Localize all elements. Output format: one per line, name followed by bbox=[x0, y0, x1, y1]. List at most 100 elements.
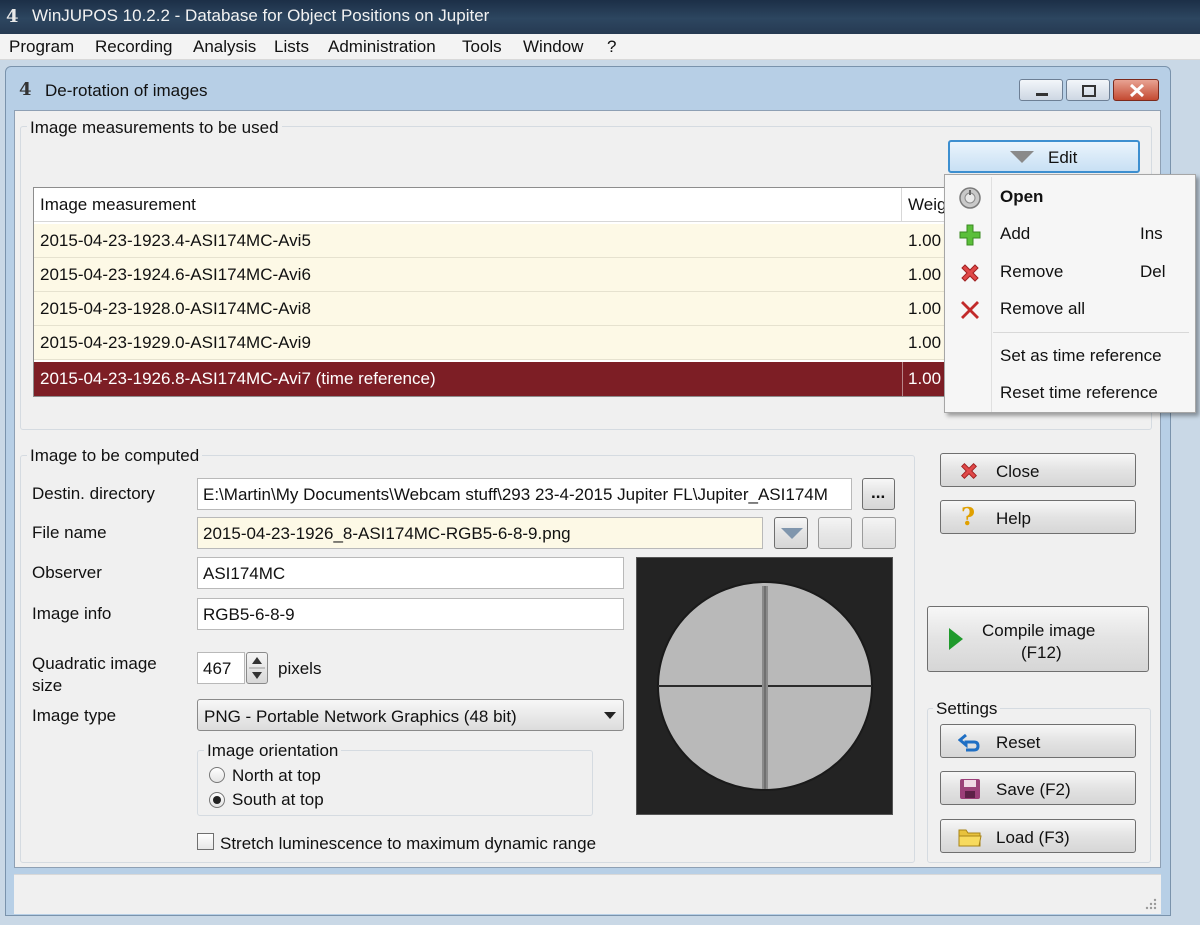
menu-recording[interactable]: Recording bbox=[95, 37, 173, 57]
menu-tools[interactable]: Tools bbox=[462, 37, 502, 57]
restore-icon bbox=[1082, 85, 1096, 97]
edit-dropdown-button[interactable]: Edit bbox=[948, 140, 1140, 173]
row-measurement: 2015-04-23-1928.0-ASI174MC-Avi8 bbox=[40, 299, 311, 318]
restore-button[interactable] bbox=[1066, 79, 1110, 101]
menu-window[interactable]: Window bbox=[523, 37, 583, 57]
file-name-field[interactable]: 2015-04-23-1926_8-ASI174MC-RGB5-6-8-9.pn… bbox=[197, 517, 763, 549]
row-weight: 1.00 bbox=[908, 265, 942, 284]
column-header-measurement[interactable]: Image measurement bbox=[34, 188, 902, 222]
help-question-icon: ? bbox=[961, 502, 976, 531]
close-button-label: Close bbox=[996, 462, 1040, 481]
row-measurement: 2015-04-23-1926.8-ASI174MC-Avi7 (time re… bbox=[40, 369, 436, 388]
image-type-label: Image type bbox=[32, 706, 117, 725]
image-size-label-line2: size bbox=[32, 676, 63, 695]
window-title: De-rotation of images bbox=[45, 81, 208, 100]
menu-item-add[interactable]: Add Ins bbox=[945, 217, 1195, 251]
image-type-value: PNG - Portable Network Graphics (48 bit) bbox=[204, 707, 517, 726]
dropdown-arrow-icon bbox=[1010, 151, 1034, 163]
menu-item-add-label: Add bbox=[1000, 224, 1031, 243]
open-icon bbox=[959, 187, 981, 209]
observer-label: Observer bbox=[32, 563, 102, 582]
menu-administration[interactable]: Administration bbox=[328, 37, 436, 57]
save-button[interactable]: Save (F2) bbox=[940, 771, 1136, 805]
spinner-arrows-icon bbox=[249, 657, 265, 679]
menu-item-open[interactable]: Open bbox=[945, 180, 1195, 214]
load-button[interactable]: Load (F3) bbox=[940, 819, 1136, 853]
menu-item-remove[interactable]: Remove Del bbox=[945, 255, 1195, 289]
column-header-weight[interactable]: Weig bbox=[902, 188, 947, 222]
north-at-top-label: North at top bbox=[232, 766, 321, 785]
menu-lists[interactable]: Lists bbox=[274, 37, 309, 57]
destin-directory-field[interactable]: E:\Martin\My Documents\Webcam stuff\293 … bbox=[197, 478, 852, 510]
resize-grip-icon[interactable] bbox=[1145, 898, 1157, 910]
row-weight: 1.00 bbox=[908, 333, 942, 352]
south-at-top-radio[interactable] bbox=[209, 792, 225, 808]
table-row-selected[interactable]: 2015-04-23-1926.8-ASI174MC-Avi7 (time re… bbox=[34, 362, 947, 396]
settings-group-title: Settings bbox=[933, 699, 1001, 719]
remove-icon bbox=[961, 264, 979, 282]
measurements-table: Image measurement Weig 2015-04-23-1923.4… bbox=[33, 187, 948, 397]
close-button[interactable]: Close bbox=[940, 453, 1136, 487]
destin-directory-label: Destin. directory bbox=[32, 484, 155, 503]
help-button[interactable]: ? Help bbox=[940, 500, 1136, 534]
close-x-icon bbox=[1129, 83, 1145, 98]
window-titlebar: 4 De-rotation of images bbox=[6, 67, 1170, 111]
minimize-button[interactable] bbox=[1019, 79, 1063, 101]
image-size-field[interactable]: 467 bbox=[197, 652, 245, 684]
jupiter-preview-graphic bbox=[657, 581, 873, 791]
menu-item-set-time-reference[interactable]: Set as time reference bbox=[945, 339, 1195, 373]
image-preview bbox=[636, 557, 893, 815]
table-row[interactable]: 2015-04-23-1924.6-ASI174MC-Avi6 1.00 bbox=[34, 258, 947, 292]
reset-button-label: Reset bbox=[996, 733, 1041, 752]
image-info-field[interactable]: RGB5-6-8-9 bbox=[197, 598, 624, 630]
menu-item-remove-all[interactable]: Remove all bbox=[945, 292, 1195, 326]
minimize-icon bbox=[1036, 93, 1048, 96]
menu-shortcut-ins: Ins bbox=[1140, 224, 1163, 243]
remove-all-icon bbox=[961, 301, 979, 319]
edit-button-label: Edit bbox=[1048, 148, 1078, 167]
file-name-option-button-2[interactable] bbox=[862, 517, 896, 549]
image-type-select[interactable]: PNG - Portable Network Graphics (48 bit) bbox=[197, 699, 624, 731]
table-row[interactable]: 2015-04-23-1923.4-ASI174MC-Avi5 1.00 bbox=[34, 224, 947, 258]
help-button-label: Help bbox=[996, 509, 1031, 528]
file-name-option-button-1[interactable] bbox=[818, 517, 852, 549]
row-weight: 1.00 bbox=[908, 231, 942, 250]
window-logo-icon: 4 bbox=[19, 79, 32, 100]
compile-image-button[interactable]: Compile image (F12) bbox=[927, 606, 1149, 672]
app-title: WinJUPOS 10.2.2 - Database for Object Po… bbox=[32, 6, 490, 25]
menubar: Program Recording Analysis Lists Adminis… bbox=[0, 34, 1200, 60]
folder-icon bbox=[958, 829, 982, 847]
dropdown-arrow-icon bbox=[781, 528, 803, 539]
plus-icon bbox=[959, 224, 981, 246]
menu-item-remove-all-label: Remove all bbox=[1000, 299, 1086, 318]
stretch-luminescence-checkbox[interactable] bbox=[197, 833, 214, 850]
reset-button[interactable]: Reset bbox=[940, 724, 1136, 758]
row-weight: 1.00 bbox=[908, 299, 942, 318]
window-close-button[interactable] bbox=[1113, 79, 1159, 101]
compile-label-line2: (F12) bbox=[1021, 643, 1062, 662]
column-header-weight-label: Weig bbox=[908, 195, 947, 214]
column-header-measurement-label: Image measurement bbox=[40, 195, 196, 214]
app-logo-icon: 4 bbox=[6, 6, 19, 27]
observer-field[interactable]: ASI174MC bbox=[197, 557, 624, 589]
table-row[interactable]: 2015-04-23-1929.0-ASI174MC-Avi9 1.00 bbox=[34, 326, 947, 360]
load-button-label: Load (F3) bbox=[996, 828, 1070, 847]
file-name-label: File name bbox=[32, 523, 107, 542]
orientation-group-title: Image orientation bbox=[204, 741, 342, 761]
menu-item-reset-time-reference[interactable]: Reset time reference bbox=[945, 376, 1195, 410]
menu-item-reset-time-reference-label: Reset time reference bbox=[1000, 383, 1158, 402]
row-measurement: 2015-04-23-1924.6-ASI174MC-Avi6 bbox=[40, 265, 311, 284]
status-bar bbox=[14, 874, 1161, 914]
menu-help[interactable]: ? bbox=[607, 37, 616, 57]
menu-program[interactable]: Program bbox=[9, 37, 74, 57]
north-at-top-radio[interactable] bbox=[209, 767, 225, 783]
image-size-spinner[interactable] bbox=[246, 652, 268, 684]
app-titlebar: 4 WinJUPOS 10.2.2 - Database for Object … bbox=[0, 0, 1200, 34]
browse-directory-button[interactable]: ... bbox=[862, 478, 895, 510]
menu-analysis[interactable]: Analysis bbox=[193, 37, 256, 57]
browse-label: ... bbox=[871, 483, 886, 502]
image-size-label: Quadratic image bbox=[32, 654, 157, 673]
table-row[interactable]: 2015-04-23-1928.0-ASI174MC-Avi8 1.00 bbox=[34, 292, 947, 326]
file-name-dropdown-button[interactable] bbox=[774, 517, 808, 549]
measurements-group-title: Image measurements to be used bbox=[27, 118, 282, 138]
